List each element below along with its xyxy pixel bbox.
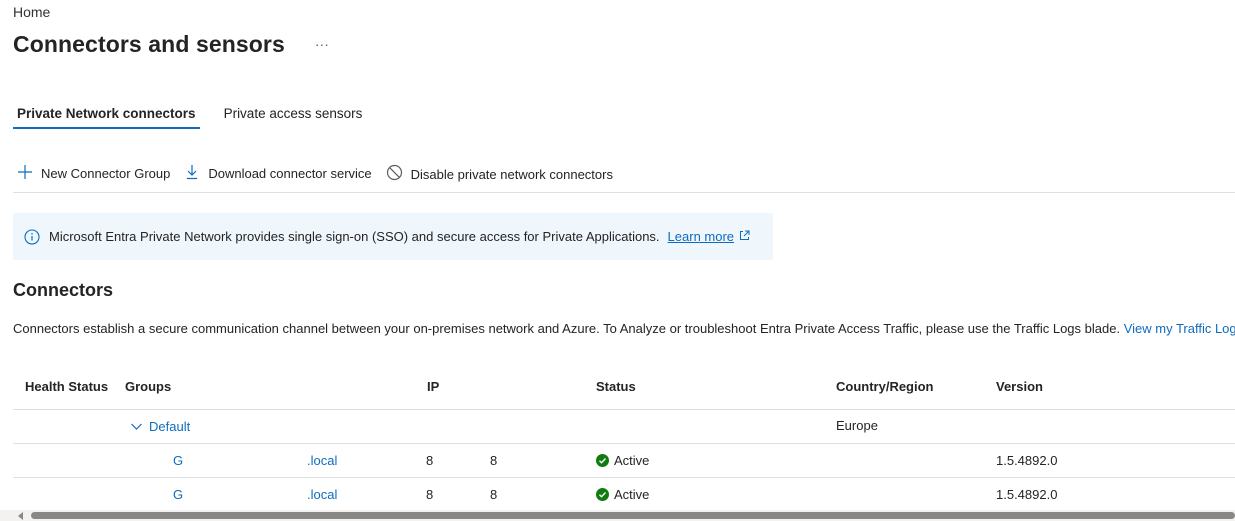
info-banner: Microsoft Entra Private Network provides… [13, 213, 773, 260]
connector-name-suffix[interactable]: .local [307, 444, 337, 477]
info-banner-text: Microsoft Entra Private Network provides… [49, 229, 660, 244]
disable-icon [386, 164, 411, 184]
download-icon [184, 164, 208, 183]
header-health-status[interactable]: Health Status [25, 374, 108, 400]
connectors-table: Health Status Groups IP Status Country/R… [13, 374, 1235, 512]
table-header-row: Health Status Groups IP Status Country/R… [13, 374, 1235, 410]
new-connector-group-button[interactable]: New Connector Group [13, 160, 176, 187]
more-options-button[interactable]: ··· [309, 36, 335, 52]
connector-name-suffix[interactable]: .local [307, 478, 337, 511]
connector-ip-part-a: 8 [426, 487, 434, 502]
disable-private-network-connectors-button[interactable]: Disable private network connectors [382, 160, 619, 188]
connector-version: 1.5.4892.0 [996, 453, 1058, 468]
connector-ip-part-a: 8 [426, 453, 434, 468]
header-ip[interactable]: IP [427, 374, 439, 400]
download-connector-service-button[interactable]: Download connector service [180, 160, 377, 187]
connector-name-prefix[interactable]: G [173, 444, 183, 477]
tab-private-access-sensors[interactable]: Private access sensors [220, 100, 367, 129]
check-circle-icon [596, 488, 609, 501]
new-connector-group-label: New Connector Group [41, 166, 171, 181]
group-region: Europe [836, 418, 878, 433]
header-country-region[interactable]: Country/Region [836, 374, 934, 400]
table-row[interactable]: G .local 8 8 Active 1.5.4892.0 [13, 478, 1235, 512]
tab-bar: Private Network connectors Private acces… [13, 100, 386, 129]
check-circle-icon [596, 454, 609, 467]
breadcrumb-home[interactable]: Home [13, 4, 50, 20]
chevron-down-icon [130, 420, 149, 433]
command-bar: New Connector Group Download connector s… [13, 160, 1235, 193]
horizontal-scrollbar[interactable] [0, 510, 1235, 521]
table-row[interactable]: G .local 8 8 Active 1.5.4892.0 [13, 444, 1235, 478]
connector-ip-part-b: 8 [490, 487, 498, 502]
breadcrumb: Home [13, 4, 50, 20]
connectors-heading: Connectors [13, 280, 114, 300]
info-icon [24, 228, 40, 245]
connector-ip-part-b: 8 [490, 453, 498, 468]
connectors-description-text: Connectors establish a secure communicat… [13, 321, 1121, 336]
header-groups[interactable]: Groups [125, 374, 171, 400]
group-toggle[interactable]: Default [130, 410, 190, 443]
learn-more-link[interactable]: Learn more [668, 229, 750, 244]
group-name: Default [149, 419, 191, 434]
tab-private-network-connectors[interactable]: Private Network connectors [13, 100, 200, 129]
connector-name-prefix[interactable]: G [173, 478, 183, 511]
group-row: Default Europe [13, 410, 1235, 444]
learn-more-label: Learn more [667, 229, 735, 244]
plus-icon [17, 164, 41, 183]
status-label: Active [614, 487, 650, 502]
page-title: Connectors and sensors [13, 31, 285, 57]
connectors-description: Connectors establish a secure communicat… [13, 321, 1235, 336]
page-header: Connectors and sensors ··· [13, 31, 335, 58]
scroll-left-arrow-icon[interactable] [18, 512, 23, 520]
connector-status: Active [596, 444, 649, 477]
view-traffic-logs-link[interactable]: View my Traffic Logs [1124, 321, 1235, 336]
disable-private-network-connectors-label: Disable private network connectors [410, 166, 613, 182]
external-link-icon [734, 229, 750, 244]
connector-status: Active [596, 478, 649, 511]
download-connector-service-label: Download connector service [208, 166, 372, 181]
connector-version: 1.5.4892.0 [996, 487, 1058, 502]
header-version[interactable]: Version [996, 374, 1043, 400]
scrollbar-thumb[interactable] [31, 512, 1235, 519]
status-label: Active [614, 453, 650, 468]
header-status[interactable]: Status [596, 374, 636, 400]
